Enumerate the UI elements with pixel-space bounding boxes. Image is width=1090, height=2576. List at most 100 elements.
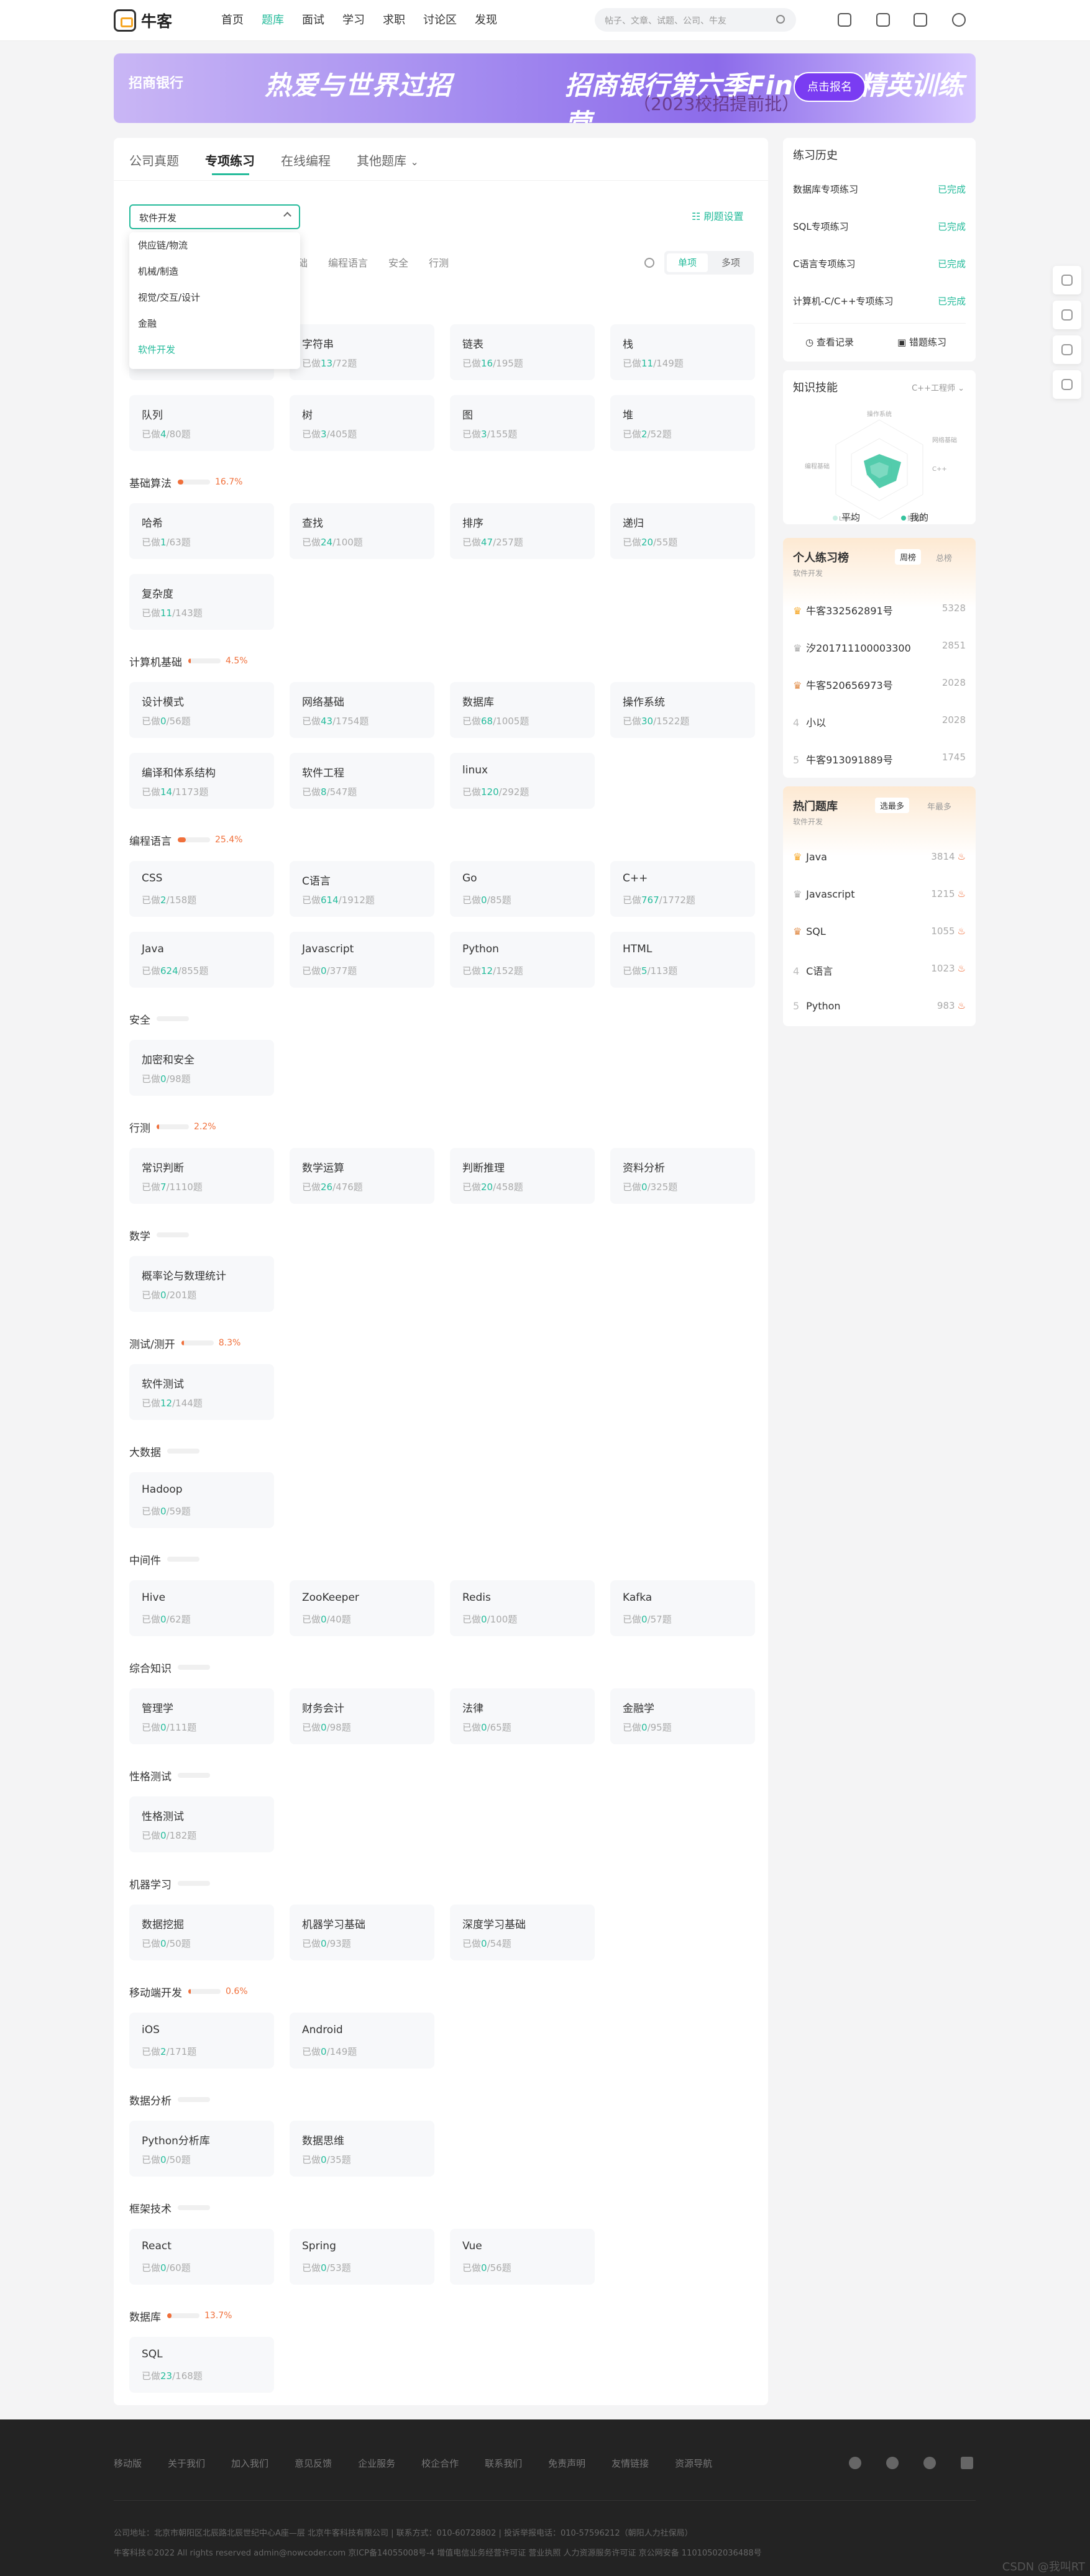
topic-card[interactable]: 软件测试 已做12/144题 (129, 1364, 274, 1420)
filter-aptitude[interactable]: 行测 (429, 255, 449, 270)
float-feedback-button[interactable] (1053, 370, 1081, 399)
float-qq-button[interactable] (1053, 301, 1081, 329)
footer-link[interactable]: 关于我们 (168, 2457, 205, 2470)
dropdown-option[interactable]: 机械/制造 (129, 258, 300, 284)
nav-interview[interactable]: 面试 (302, 12, 324, 29)
app-icon[interactable] (961, 2457, 973, 2469)
topic-card[interactable]: 字符串 已做13/72题 (290, 324, 434, 380)
tab-week-rank[interactable]: 周榜 (895, 549, 922, 565)
tab-most-chosen[interactable]: 选最多 (875, 798, 910, 813)
topic-card[interactable]: 哈希 已做1/63题 (129, 503, 274, 559)
topic-card[interactable]: 法律 已做0/65题 (450, 1688, 595, 1744)
message-icon[interactable] (838, 13, 851, 27)
topic-card[interactable]: 栈已做11/149题 (610, 324, 755, 380)
tab-company-questions[interactable]: 公司真题 (129, 152, 179, 171)
topic-card[interactable]: Java 已做624/855题 (129, 932, 274, 988)
avatar[interactable] (952, 13, 966, 27)
dropdown-option[interactable]: 供应链/物流 (129, 232, 300, 258)
weibo-icon[interactable] (923, 2457, 936, 2469)
topic-card[interactable]: 资料分析 已做0/325题 (610, 1148, 755, 1204)
topic-card[interactable]: React 已做0/60题 (129, 2229, 274, 2285)
topic-card[interactable]: SQL 已做23/168题 (129, 2337, 274, 2393)
topic-card[interactable]: 树已做3/405题 (290, 395, 434, 451)
topic-card[interactable]: 深度学习基础 已做0/54题 (450, 1905, 595, 1960)
topic-card[interactable]: 设计模式 已做0/56题 (129, 682, 274, 738)
promo-banner[interactable]: 招商银行 热爱与世界过招 招商银行第六季FinTech精英训练营 （2023校招… (114, 53, 976, 123)
nav-learn[interactable]: 学习 (342, 12, 365, 29)
topic-card[interactable]: Spring 已做0/53题 (290, 2229, 434, 2285)
topic-card[interactable]: 机器学习基础 已做0/93题 (290, 1905, 434, 1960)
brush-settings-button[interactable]: ☷ 刷题设置 (692, 208, 743, 223)
rank-row[interactable]: ♛ 汐201711100003300 2851 (793, 640, 966, 655)
tab-online-coding[interactable]: 在线编程 (281, 152, 331, 171)
topic-card[interactable]: 概率论与数理统计 已做0/201题 (129, 1256, 274, 1312)
filter-security[interactable]: 安全 (388, 255, 408, 270)
topic-card[interactable]: C语言 已做614/1912题 (290, 861, 434, 917)
topic-card[interactable]: 图已做3/155题 (450, 395, 595, 451)
topic-card[interactable]: 排序 已做47/257题 (450, 503, 595, 559)
mode-multi-button[interactable]: 多项 (710, 253, 751, 272)
rank-row[interactable]: ♛ 牛客332562891号 5328 (793, 603, 966, 617)
nav-jobs[interactable]: 求职 (383, 12, 405, 29)
footer-link[interactable]: 校企合作 (421, 2457, 459, 2470)
tab-year-most[interactable]: 年最多 (927, 800, 951, 812)
topic-card[interactable]: 数据思维 已做0/35题 (290, 2121, 434, 2177)
topic-card[interactable]: 数据库 已做68/1005题 (450, 682, 595, 738)
topic-card[interactable]: Javascript 已做0/377题 (290, 932, 434, 988)
footer-link[interactable]: 企业服务 (358, 2457, 395, 2470)
history-item[interactable]: SQL专项练习 已完成 (793, 220, 966, 235)
float-weibo-button[interactable] (1053, 266, 1081, 294)
topic-card[interactable]: ZooKeeper 已做0/40题 (290, 1580, 434, 1636)
topic-card[interactable]: linux 已做120/292题 (450, 753, 595, 809)
topic-card[interactable]: iOS 已做2/171题 (129, 2013, 274, 2069)
dropdown-option-selected[interactable]: 软件开发 (129, 337, 300, 363)
career-select[interactable]: 软件开发 (129, 204, 300, 229)
footer-link[interactable]: 加入我们 (231, 2457, 268, 2470)
topic-card[interactable]: 查找 已做24/100题 (290, 503, 434, 559)
topic-card[interactable]: 加密和安全 已做0/98题 (129, 1040, 274, 1096)
footer-link[interactable]: 联系我们 (485, 2457, 522, 2470)
footer-link[interactable]: 资源导航 (675, 2457, 712, 2470)
mail-icon[interactable] (914, 13, 927, 27)
topic-card[interactable]: 性格测试 已做0/182题 (129, 1796, 274, 1852)
topic-card[interactable]: 数据挖掘 已做0/50题 (129, 1905, 274, 1960)
qq-icon[interactable] (849, 2457, 861, 2469)
search-icon[interactable] (776, 15, 785, 24)
document-icon[interactable] (876, 13, 890, 27)
rank-row[interactable]: ♛ 牛客520656973号 2028 (793, 677, 966, 692)
footer-link[interactable]: 友情链接 (611, 2457, 649, 2470)
topic-card[interactable]: 复杂度 已做11/143题 (129, 574, 274, 630)
filter-lang[interactable]: 编程语言 (328, 255, 368, 270)
topic-card[interactable]: 编译和体系结构 已做14/1173题 (129, 753, 274, 809)
wechat-icon[interactable] (886, 2457, 899, 2469)
topic-card[interactable]: 递归 已做20/55题 (610, 503, 755, 559)
topic-card[interactable]: 管理学 已做0/111题 (129, 1688, 274, 1744)
footer-link[interactable]: 移动版 (114, 2457, 142, 2470)
topic-card[interactable]: C++ 已做767/1772题 (610, 861, 755, 917)
nav-home[interactable]: 首页 (221, 12, 244, 29)
topic-card[interactable]: 数学运算 已做26/476题 (290, 1148, 434, 1204)
topic-card[interactable]: 链表 已做16/195题 (450, 324, 595, 380)
rank-row[interactable]: 5 牛客913091889号 1745 (793, 752, 966, 767)
topic-card[interactable]: 队列 已做4/80题 (129, 395, 274, 451)
banner-signup-button[interactable]: 点击报名 (794, 72, 866, 102)
info-icon[interactable] (644, 258, 654, 268)
skills-role-select[interactable]: C++工程师 ⌄ (912, 381, 964, 393)
topic-card[interactable]: Hadoop 已做0/59题 (129, 1472, 274, 1528)
nav-discuss[interactable]: 讨论区 (423, 12, 457, 29)
hot-row[interactable]: 5 Python 983 ♨ (793, 1000, 966, 1015)
nav-discover[interactable]: 发现 (475, 12, 497, 29)
hot-row[interactable]: 4 C语言 1023 ♨ (793, 963, 966, 978)
topic-card[interactable]: Redis 已做0/100题 (450, 1580, 595, 1636)
topic-card[interactable]: 堆已做2/52题 (610, 395, 755, 451)
topic-card[interactable]: 财务会计 已做0/98题 (290, 1688, 434, 1744)
topic-card[interactable]: Android 已做0/149题 (290, 2013, 434, 2069)
hot-row[interactable]: ♛ Java 3814 ♨ (793, 851, 966, 866)
float-wechat-button[interactable] (1053, 335, 1081, 364)
topic-card[interactable]: Python分析库 已做0/50题 (129, 2121, 274, 2177)
topic-card[interactable]: Go 已做0/85题 (450, 861, 595, 917)
topic-card[interactable]: 金融学 已做0/95题 (610, 1688, 755, 1744)
hot-row[interactable]: ♛ Javascript 1215 ♨ (793, 888, 966, 903)
history-item[interactable]: C语言专项练习 已完成 (793, 257, 966, 272)
topic-card[interactable]: Vue 已做0/56题 (450, 2229, 595, 2285)
